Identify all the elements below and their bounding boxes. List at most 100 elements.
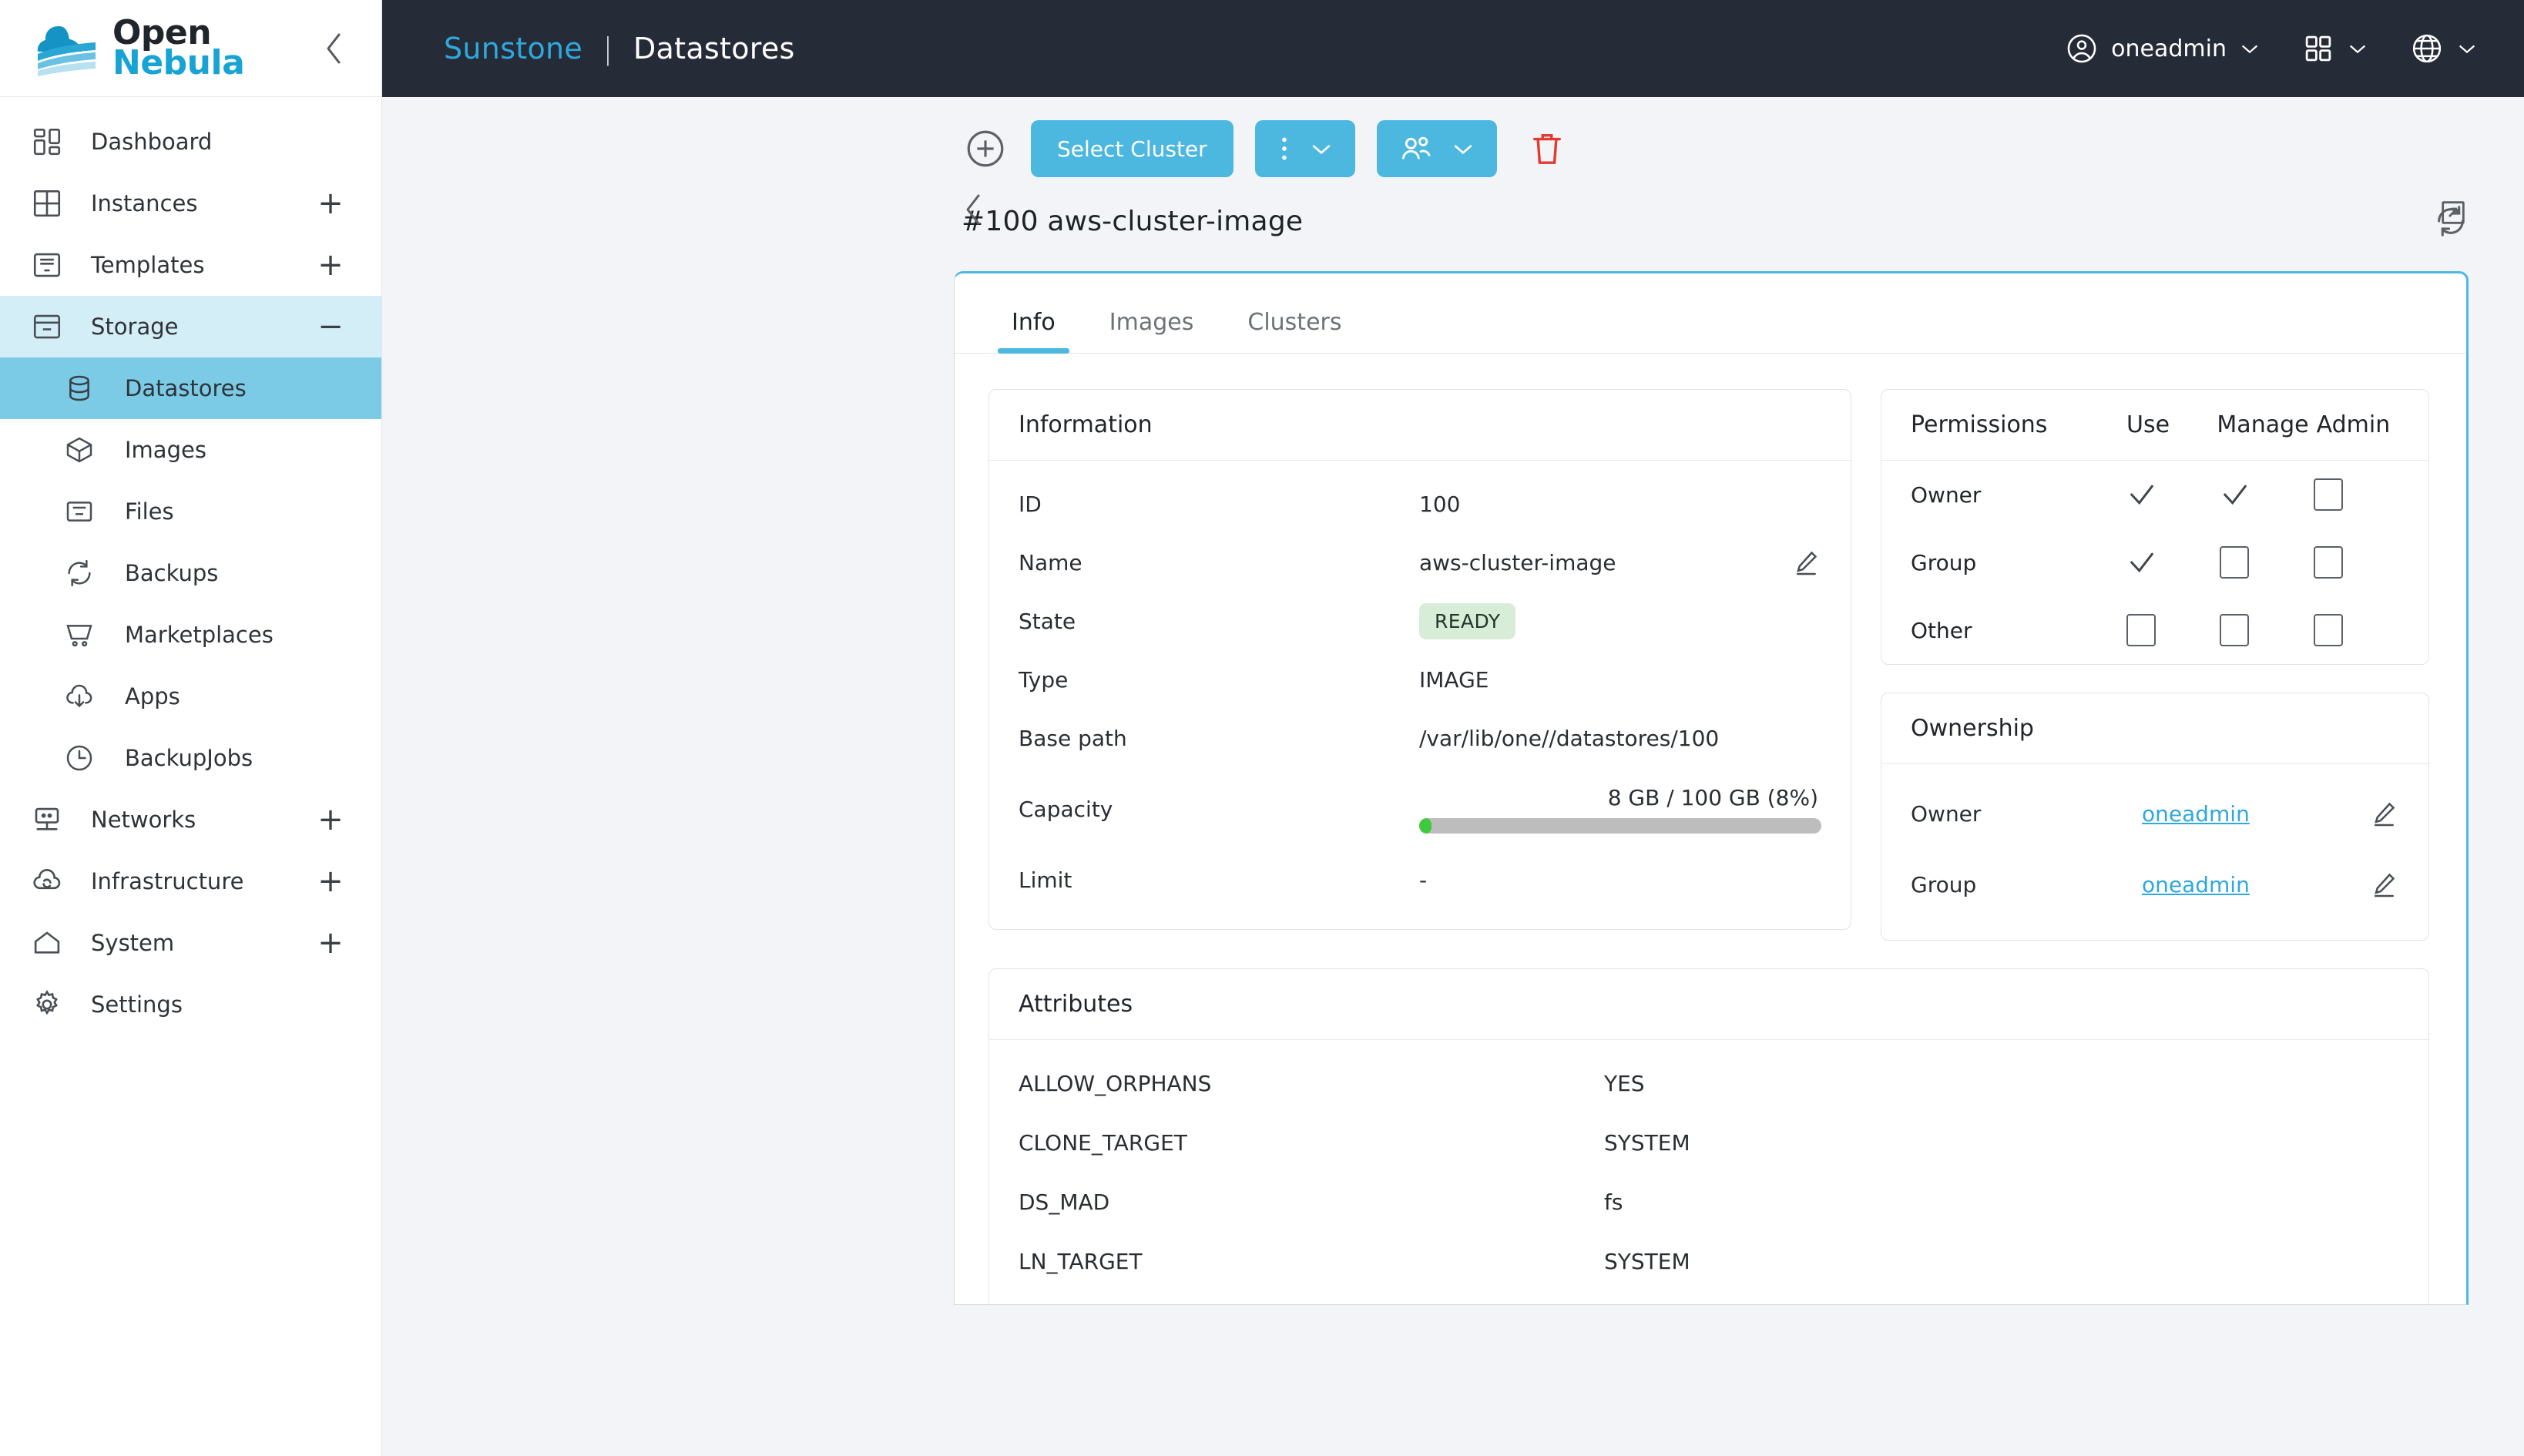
- information-column: Information ID 100 Name aws-cluster-imag…: [988, 389, 1851, 968]
- capacity-fill: [1419, 817, 1432, 834]
- sidebar-item-label: Dashboard: [91, 129, 213, 155]
- language-menu[interactable]: [2410, 32, 2478, 65]
- box-icon: [55, 434, 103, 465]
- info-label: Type: [1019, 666, 1069, 693]
- info-value: IMAGE: [1419, 666, 1489, 693]
- table-row: LN_TARGET SYSTEM: [1019, 1232, 2399, 1291]
- check-icon-group-use[interactable]: [2126, 547, 2157, 578]
- permissions-column: Permissions Use Manage Admin Owner Group…: [1881, 389, 2429, 968]
- dashboard-icon: [23, 126, 71, 158]
- attributes-panel-title: Attributes: [989, 969, 2428, 1040]
- sidebar-item-images[interactable]: Images: [0, 419, 381, 481]
- sidebar-item-dashboard[interactable]: Dashboard: [0, 111, 381, 173]
- sidebar-add-network-button[interactable]: +: [315, 802, 346, 837]
- user-menu[interactable]: oneadmin: [2065, 32, 2261, 65]
- group-link[interactable]: oneadmin: [2142, 872, 2250, 897]
- database-icon: [55, 373, 103, 404]
- status-badge: READY: [1419, 602, 1516, 639]
- info-row-state: State READY: [1019, 592, 1821, 650]
- checkbox-other-manage[interactable]: [2220, 614, 2250, 646]
- sidebar-item-label: BackupJobs: [125, 745, 253, 771]
- datastore-title: #100 aws-cluster-image: [962, 205, 1304, 237]
- sidebar-item-label: Networks: [91, 807, 196, 833]
- sidebar-item-system[interactable]: System +: [0, 912, 381, 974]
- sidebar-item-datastores[interactable]: Datastores: [0, 357, 381, 419]
- checkbox-owner-admin[interactable]: [2313, 478, 2343, 511]
- attribute-key: DS_MAD: [1019, 1189, 1110, 1215]
- owner-link[interactable]: oneadmin: [2142, 801, 2250, 827]
- sidebar-item-apps[interactable]: Apps: [0, 666, 381, 727]
- tab-clusters[interactable]: Clusters: [1233, 309, 1355, 353]
- page-title: Datastores: [633, 32, 795, 65]
- attributes-panel-body: ALLOW_ORPHANS YES CLONE_TARGET SYSTEM DS…: [989, 1040, 2428, 1304]
- checkbox-group-admin[interactable]: [2313, 546, 2343, 579]
- sidebar-item-label: System: [91, 930, 175, 956]
- chevron-down-icon: [2241, 45, 2258, 54]
- users-icon: [1401, 136, 1431, 159]
- grid-apps-icon: [2305, 35, 2331, 62]
- sidebar-item-label: Infrastructure: [91, 868, 244, 894]
- sidebar-item-marketplaces[interactable]: Marketplaces: [0, 604, 381, 666]
- cart-icon: [55, 619, 103, 650]
- sidebar-item-settings[interactable]: Settings: [0, 974, 381, 1035]
- delete-datastore-button[interactable]: [1529, 129, 1565, 169]
- user-circle-icon: [2067, 34, 2096, 63]
- sidebar-item-storage[interactable]: Storage −: [0, 296, 381, 357]
- edit-owner-button[interactable]: [2355, 798, 2399, 829]
- chevron-down-icon: [1454, 144, 1472, 155]
- table-row: ALLOW_ORPHANS YES: [1019, 1054, 2399, 1113]
- ownership-actions-button[interactable]: [1376, 120, 1497, 177]
- sidebar-item-networks[interactable]: Networks +: [0, 789, 381, 850]
- sidebar-item-backupjobs[interactable]: BackupJobs: [0, 727, 381, 789]
- sidebar-add-infrastructure-button[interactable]: +: [315, 864, 346, 899]
- check-icon-owner-manage[interactable]: [2220, 479, 2250, 510]
- attribute-key: LN_TARGET: [1019, 1249, 1143, 1274]
- sidebar-collapse-button[interactable]: [312, 27, 355, 70]
- sidebar-collapse-storage-button[interactable]: −: [315, 309, 346, 344]
- permissions-row-owner: Owner: [1881, 461, 2428, 528]
- back-button[interactable]: [962, 191, 985, 231]
- attribute-value: YES: [1604, 1071, 1645, 1096]
- ownership-label: Owner: [1911, 800, 1982, 827]
- sidebar-item-instances[interactable]: Instances +: [0, 173, 381, 234]
- capacity-label: 8 GB / 100 GB (8%): [1607, 784, 1818, 810]
- chevron-left-icon: [966, 194, 980, 225]
- sidebar-add-instance-button[interactable]: +: [315, 186, 346, 221]
- checkbox-other-admin[interactable]: [2313, 614, 2343, 646]
- sidebar-item-label: Settings: [91, 991, 183, 1018]
- attribute-value: fs: [1604, 1189, 1623, 1215]
- check-icon-owner-use[interactable]: [2126, 479, 2157, 510]
- info-row-type: Type IMAGE: [1019, 650, 1821, 709]
- ownership-panel-title: Ownership: [1881, 693, 2428, 764]
- content-area: Select Cluster #100 aws-cluster-image In…: [382, 97, 2524, 1456]
- table-row: RESTRICTED_DIRS /: [1019, 1291, 2399, 1304]
- edit-group-button[interactable]: [2355, 869, 2399, 900]
- sidebar-item-files[interactable]: Files: [0, 481, 381, 542]
- info-value: /var/lib/one//datastores/100: [1419, 725, 1720, 751]
- permissions-row-label: Other: [1911, 617, 1972, 643]
- tab-info[interactable]: Info: [998, 309, 1069, 354]
- home-icon: [23, 927, 71, 959]
- checkbox-group-manage[interactable]: [2220, 546, 2250, 579]
- edit-name-button[interactable]: [1777, 547, 1821, 578]
- select-cluster-button[interactable]: Select Cluster: [1031, 120, 1233, 177]
- checkbox-other-use[interactable]: [2126, 614, 2156, 646]
- sidebar-item-backups[interactable]: Backups: [0, 542, 381, 604]
- permissions-panel-title: Permissions: [1911, 411, 2048, 438]
- pencil-icon: [1796, 551, 1817, 575]
- apps-menu[interactable]: [2302, 32, 2368, 65]
- app-root: Open Nebula Dashboard Instances + Templa…: [0, 0, 2524, 1456]
- more-actions-button[interactable]: [1254, 120, 1355, 177]
- detail-card: Info Images Clusters Information ID 100: [954, 271, 2469, 1305]
- ownership-row-group: Group oneadmin: [1911, 849, 2399, 920]
- sidebar-add-template-button[interactable]: +: [315, 247, 346, 283]
- tab-images[interactable]: Images: [1096, 309, 1208, 353]
- sidebar-item-templates[interactable]: Templates +: [0, 234, 381, 296]
- user-name: oneadmin: [2111, 35, 2227, 62]
- sidebar-nav: Dashboard Instances + Templates + Storag…: [0, 97, 381, 1456]
- add-datastore-button[interactable]: [962, 125, 1009, 173]
- permissions-row-label: Owner: [1911, 481, 1982, 508]
- expand-view-button[interactable]: [2438, 197, 2469, 231]
- sidebar-add-system-button[interactable]: +: [315, 925, 346, 961]
- sidebar-item-infrastructure[interactable]: Infrastructure +: [0, 850, 381, 912]
